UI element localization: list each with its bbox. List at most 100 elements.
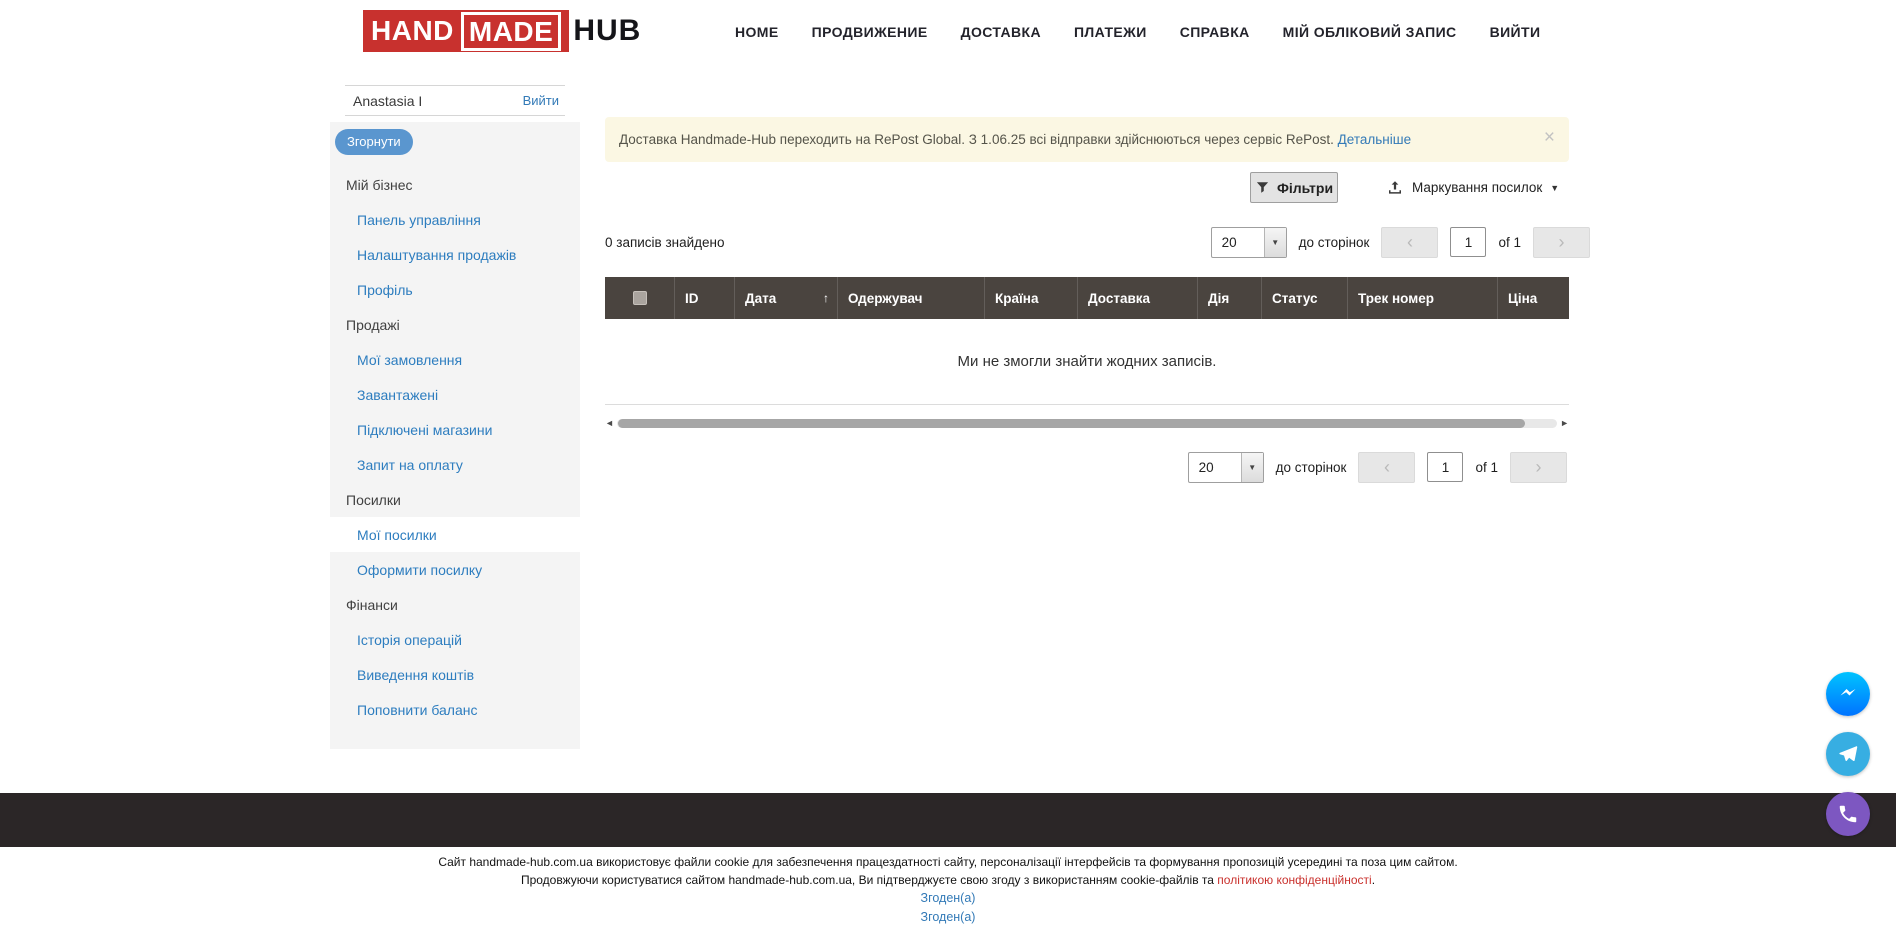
messenger-icon xyxy=(1836,682,1860,706)
header-cell-country[interactable]: Країна xyxy=(985,277,1078,319)
per-page-select[interactable]: 20 ▼ xyxy=(1211,227,1287,258)
page-of-label: of 1 xyxy=(1498,235,1521,250)
header-cell-track-number[interactable]: Трек номер xyxy=(1348,277,1498,319)
header-cell-id[interactable]: ID xyxy=(675,277,735,319)
close-icon[interactable]: × xyxy=(1544,128,1555,148)
per-page-label: до сторінок xyxy=(1299,235,1370,250)
header-cell-price[interactable]: Ціна xyxy=(1498,277,1569,319)
sidebar-item-my-orders[interactable]: Мої замовлення xyxy=(330,342,580,377)
scroll-left-icon[interactable]: ◄ xyxy=(605,416,614,430)
sidebar-item-operations-history[interactable]: Історія операцій xyxy=(330,622,580,657)
sidebar-item-uploaded[interactable]: Завантажені xyxy=(330,377,580,412)
chevron-right-icon: › xyxy=(1559,233,1565,251)
empty-table-message: Ми не змогли знайти жодних записів. xyxy=(605,319,1569,405)
notification-banner: Доставка Handmade-Hub переходить на RePo… xyxy=(605,117,1569,162)
site-logo[interactable]: HAND MADE HUB xyxy=(363,10,641,52)
banner-details-link[interactable]: Детальніше xyxy=(1338,132,1411,147)
per-page-value: 20 xyxy=(1212,228,1264,257)
results-count: 0 записів знайдено xyxy=(605,235,725,250)
agree-link-2[interactable]: Згоден(а) xyxy=(0,908,1896,927)
nav-item-home[interactable]: HOME xyxy=(735,24,779,40)
sidebar-item-payment-request[interactable]: Запит на оплату xyxy=(330,447,580,482)
chevron-down-icon: ▼ xyxy=(1248,463,1256,472)
logo-red-box: HAND MADE xyxy=(363,10,569,52)
prev-page-button[interactable]: ‹ xyxy=(1358,452,1415,483)
telegram-button[interactable] xyxy=(1826,732,1870,776)
per-page-label: до сторінок xyxy=(1276,460,1347,475)
pagination-bottom: 20 ▼ до сторінок ‹ of 1 › xyxy=(1188,451,1567,483)
sidebar-item-profile[interactable]: Профіль xyxy=(330,272,580,307)
horizontal-scrollbar: ◄ ► xyxy=(605,416,1569,430)
nav-item-promotion[interactable]: ПРОДВИЖЕНИЕ xyxy=(812,24,928,40)
header-cell-status[interactable]: Статус xyxy=(1262,277,1348,319)
logo-text-hub: HUB xyxy=(573,14,641,48)
funnel-icon xyxy=(1255,180,1270,195)
chevron-left-icon: ‹ xyxy=(1384,458,1390,476)
header-cell-action[interactable]: Дія xyxy=(1198,277,1262,319)
sidebar-section-sales: Продажі xyxy=(330,307,580,342)
page-number-input[interactable] xyxy=(1450,227,1486,257)
chevron-right-icon: › xyxy=(1536,458,1542,476)
page-number-input[interactable] xyxy=(1427,452,1463,482)
nav-item-my-account[interactable]: МІЙ ОБЛІКОВИЙ ЗАПИС xyxy=(1283,24,1457,40)
filters-button[interactable]: Фільтри xyxy=(1250,172,1338,203)
header-cell-date[interactable]: Дата↑ xyxy=(735,277,838,319)
per-page-value: 20 xyxy=(1189,453,1241,482)
parcels-table: ID Дата↑ Одержувач Країна Доставка Дія С… xyxy=(605,277,1569,405)
sidebar-item-withdraw-funds[interactable]: Виведення коштів xyxy=(330,657,580,692)
select-all-checkbox[interactable] xyxy=(633,291,647,305)
cookie-notice-line2: Продовжуючи користуватися сайтом handmad… xyxy=(0,871,1896,889)
logo-text-made: MADE xyxy=(461,12,561,51)
prev-page-button[interactable]: ‹ xyxy=(1381,227,1438,258)
telegram-icon xyxy=(1836,742,1860,766)
sidebar-item-dashboard[interactable]: Панель управління xyxy=(330,202,580,237)
parcel-marking-label: Маркування посилок xyxy=(1412,180,1542,195)
nav-item-logout[interactable]: ВИЙТИ xyxy=(1490,24,1541,40)
privacy-policy-link[interactable]: політикою конфіденційності xyxy=(1217,873,1371,887)
sidebar-item-my-parcels[interactable]: Мої посилки xyxy=(330,517,580,552)
per-page-dropdown-button[interactable]: ▼ xyxy=(1241,453,1263,482)
footer-dark-bar xyxy=(0,793,1896,847)
sidebar-logout-link[interactable]: Вийти xyxy=(523,93,559,108)
next-page-button[interactable]: › xyxy=(1533,227,1590,258)
username: Anastasia I xyxy=(353,93,422,109)
nav-item-payments[interactable]: ПЛАТЕЖИ xyxy=(1074,24,1147,40)
nav-item-delivery[interactable]: ДОСТАВКА xyxy=(961,24,1041,40)
viber-phone-icon xyxy=(1837,803,1859,825)
per-page-select[interactable]: 20 ▼ xyxy=(1188,452,1264,483)
chevron-down-icon: ▼ xyxy=(1550,183,1559,193)
next-page-button[interactable]: › xyxy=(1510,452,1567,483)
page-of-label: of 1 xyxy=(1475,460,1498,475)
header-cell-checkbox xyxy=(605,277,675,319)
sidebar-item-connected-shops[interactable]: Підключені магазини xyxy=(330,412,580,447)
sidebar-item-create-parcel[interactable]: Оформити посилку xyxy=(330,552,580,587)
logo-text-hand: HAND xyxy=(371,15,454,47)
cookie-notice-line1: Сайт handmade-hub.com.ua використовує фа… xyxy=(0,853,1896,871)
footer: Сайт handmade-hub.com.ua використовує фа… xyxy=(0,853,1896,927)
parcel-marking-dropdown[interactable]: Маркування посилок ▼ xyxy=(1386,172,1559,203)
viber-button[interactable] xyxy=(1826,792,1870,836)
sidebar-section-finance: Фінанси xyxy=(330,587,580,622)
banner-text: Доставка Handmade-Hub переходить на RePo… xyxy=(619,132,1411,147)
messenger-button[interactable] xyxy=(1826,672,1870,716)
sidebar-item-sales-settings[interactable]: Налаштування продажів xyxy=(330,237,580,272)
pagination-top: 20 ▼ до сторінок ‹ of 1 › xyxy=(1211,226,1590,258)
nav-item-help[interactable]: СПРАВКА xyxy=(1180,24,1250,40)
scrollbar-track[interactable] xyxy=(617,419,1557,428)
sidebar-user-row: Anastasia I Вийти xyxy=(345,85,565,116)
cookie-notice-text: Продовжуючи користуватися сайтом handmad… xyxy=(521,873,1217,887)
header-cell-delivery[interactable]: Доставка xyxy=(1078,277,1198,319)
scroll-right-icon[interactable]: ► xyxy=(1560,416,1569,430)
table-header-row: ID Дата↑ Одержувач Країна Доставка Дія С… xyxy=(605,277,1569,319)
sort-asc-icon: ↑ xyxy=(823,291,829,305)
collapse-button[interactable]: Згорнути xyxy=(335,129,413,155)
per-page-dropdown-button[interactable]: ▼ xyxy=(1264,228,1286,257)
sidebar-item-top-up-balance[interactable]: Поповнити баланс xyxy=(330,692,580,727)
agree-link-1[interactable]: Згоден(а) xyxy=(0,889,1896,908)
chevron-left-icon: ‹ xyxy=(1407,233,1413,251)
header-cell-recipient[interactable]: Одержувач xyxy=(838,277,985,319)
chevron-down-icon: ▼ xyxy=(1271,238,1279,247)
sidebar-menu: Мій бізнес Панель управління Налаштуванн… xyxy=(330,167,580,727)
upload-icon xyxy=(1386,179,1404,197)
scrollbar-thumb[interactable] xyxy=(618,419,1525,428)
